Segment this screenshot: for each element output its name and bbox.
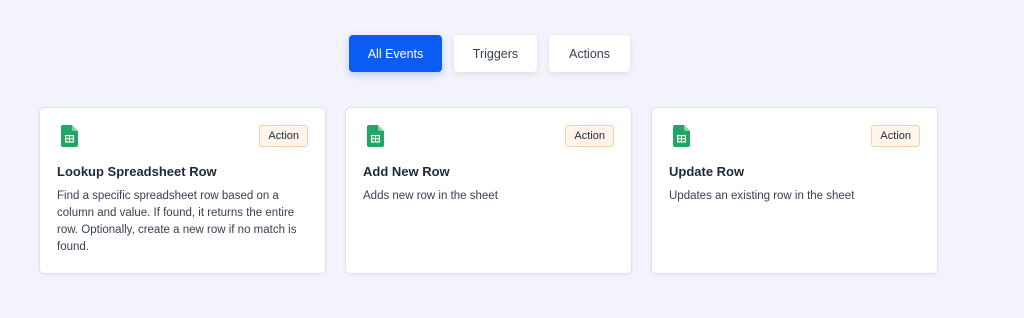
card-description: Updates an existing row in the sheet bbox=[669, 190, 855, 202]
card-title: Add New Row bbox=[363, 164, 450, 179]
action-badge: Action bbox=[259, 125, 308, 147]
card-title: Lookup Spreadsheet Row bbox=[57, 164, 217, 179]
action-badge: Action bbox=[565, 125, 614, 147]
tab-triggers[interactable]: Triggers bbox=[454, 35, 537, 72]
tab-actions[interactable]: Actions bbox=[549, 35, 630, 72]
card-description: Find a specific spreadsheet row based on… bbox=[57, 190, 297, 253]
event-filter-tabs: All Events Triggers Actions bbox=[349, 35, 630, 72]
google-sheets-icon bbox=[61, 125, 78, 147]
google-sheets-icon bbox=[367, 125, 384, 147]
card-title: Update Row bbox=[669, 164, 745, 179]
tab-all-events[interactable]: All Events bbox=[349, 35, 442, 72]
event-card-lookup-spreadsheet-row[interactable]: Action Lookup Spreadsheet Row Find a spe… bbox=[39, 107, 326, 274]
card-description: Adds new row in the sheet bbox=[363, 190, 498, 202]
google-sheets-icon bbox=[673, 125, 690, 147]
action-badge: Action bbox=[871, 125, 920, 147]
event-card-add-new-row[interactable]: Action Add New Row Adds new row in the s… bbox=[345, 107, 632, 274]
event-card-update-row[interactable]: Action Update Row Updates an existing ro… bbox=[651, 107, 938, 274]
